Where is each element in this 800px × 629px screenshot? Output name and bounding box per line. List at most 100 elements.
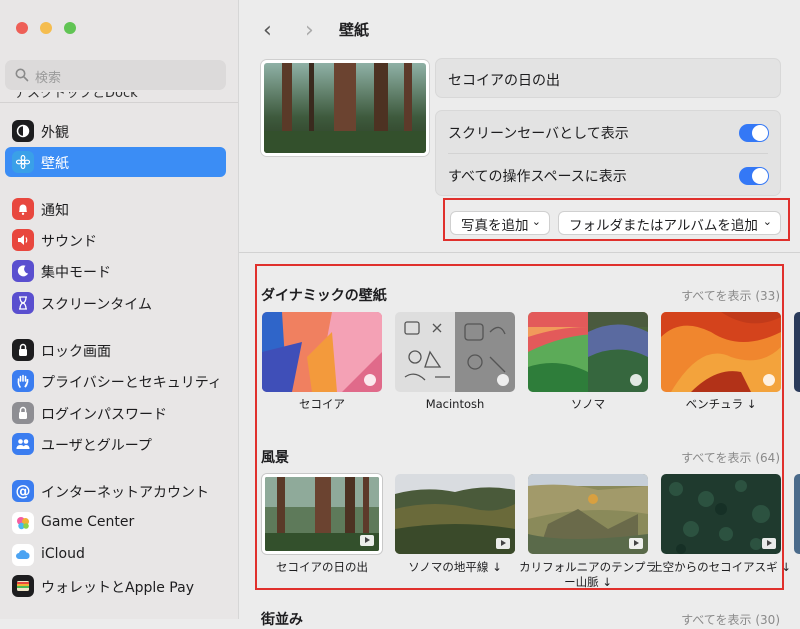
- sidebar-item-label: 外観: [41, 125, 69, 141]
- dynamic-icon: [763, 374, 775, 386]
- wallpaper-options: スクリーンセーバとして表示 すべての操作スペースに表示: [435, 110, 781, 196]
- sidebar-item-wallpaper[interactable]: 壁紙: [5, 147, 226, 177]
- lock-screen-icon: [12, 339, 34, 361]
- wallpaper-thumb[interactable]: [661, 312, 781, 392]
- wallpaper-thumb[interactable]: [528, 474, 648, 554]
- wallpaper-caption: Macintosh: [425, 397, 485, 411]
- wallpaper-thumb-selected[interactable]: [262, 474, 382, 554]
- sidebar-item-icloud[interactable]: iCloud: [5, 540, 226, 570]
- sidebar-item-label: ユーザとグループ: [41, 438, 152, 454]
- wallpaper-name-field: セコイアの日の出: [435, 58, 781, 98]
- hand-icon: [12, 370, 34, 392]
- dynamic-icon: [364, 374, 376, 386]
- add-folder-button[interactable]: フォルダまたはアルバムを追加 ⌄: [558, 211, 781, 235]
- sidebar-item-label: Game Center: [41, 514, 135, 530]
- add-photo-label: 写真を追加: [461, 218, 529, 234]
- video-icon: [496, 538, 510, 549]
- wallpaper-thumb[interactable]: [528, 312, 648, 392]
- sidebar-item-label: スクリーンタイム: [41, 297, 153, 313]
- sidebar-item-label: ロック画面: [41, 344, 111, 360]
- wallpaper-caption: ソノマの地平線 ↓: [408, 560, 502, 574]
- wallpaper-thumb[interactable]: [395, 474, 515, 554]
- wallpaper-caption: 上空からのセコイアスギ ↓: [651, 560, 791, 574]
- sidebar-item-game-center[interactable]: Game Center: [5, 508, 226, 538]
- at-icon: @: [12, 480, 34, 502]
- section-title-cityscape: 街並み: [261, 612, 303, 628]
- moon-icon: [12, 260, 34, 282]
- chevron-down-icon: ⌄: [762, 215, 772, 228]
- speaker-icon: [12, 229, 34, 251]
- wallpaper-thumb[interactable]: [262, 312, 382, 392]
- all-spaces-label: すべての操作スペースに表示: [448, 169, 627, 185]
- sidebar-item-users-groups[interactable]: ユーザとグループ: [5, 429, 226, 459]
- bell-icon: [12, 198, 34, 220]
- chevron-down-icon: ⌄: [531, 215, 541, 228]
- wallpaper-caption: セコイア: [299, 397, 345, 411]
- sidebar-item-label: 壁紙: [41, 156, 69, 172]
- sidebar-item-label: ログインパスワード: [41, 407, 167, 423]
- wallpaper-thumb[interactable]: [661, 474, 781, 554]
- sidebar-item-internet-accounts[interactable]: @ インターネットアカウント: [5, 476, 226, 506]
- dynamic-icon: [497, 374, 509, 386]
- sidebar-item-lock-screen[interactable]: ロック画面: [5, 335, 226, 365]
- divider: [448, 153, 768, 154]
- sidebar-item-wallet[interactable]: ウォレットとApple Pay: [5, 571, 226, 601]
- wallpaper-caption: ソノマ: [570, 397, 606, 411]
- hourglass-icon: [12, 292, 34, 314]
- sidebar-item-label: 集中モード: [41, 265, 111, 281]
- sidebar-item-label: インターネットアカウント: [41, 485, 209, 501]
- wallet-icon: [12, 575, 34, 597]
- search-icon: [15, 68, 29, 82]
- sidebar-item-label: プライバシーとセキュリティ: [41, 375, 222, 391]
- sidebar-item-label: 通知: [41, 203, 69, 219]
- back-button[interactable]: ‹: [263, 18, 272, 43]
- show-all-landscape-link[interactable]: すべてを表示 (64): [681, 449, 780, 466]
- current-wallpaper-preview: [261, 60, 429, 156]
- show-all-dynamic-link[interactable]: すべてを表示 (33): [681, 287, 780, 304]
- sidebar-item-login-password[interactable]: ログインパスワード: [5, 398, 226, 428]
- wallpaper-thumb-partial[interactable]: [794, 312, 800, 392]
- wallpaper-thumb[interactable]: [395, 312, 515, 392]
- search-input[interactable]: 検索: [5, 60, 226, 90]
- video-icon: [629, 538, 643, 549]
- sidebar-item-label: iCloud: [41, 546, 85, 562]
- wallpaper-caption: ベンチュラ ↓: [685, 397, 757, 411]
- lock-icon: [12, 402, 34, 424]
- close-window-button[interactable]: [16, 22, 28, 34]
- sidebar: 検索 デスクトップとDock 外観 壁紙 通知 サウンド 集中モード スクリーン…: [0, 0, 239, 619]
- appearance-icon: [12, 120, 34, 142]
- page-title: 壁紙: [339, 21, 370, 39]
- add-folder-label: フォルダまたはアルバムを追加: [569, 218, 758, 234]
- sidebar-item-label: ウォレットとApple Pay: [41, 580, 194, 596]
- zoom-window-button[interactable]: [64, 22, 76, 34]
- game-center-icon: [12, 512, 34, 534]
- wallpaper-name: セコイアの日の出: [448, 73, 560, 89]
- section-title-dynamic: ダイナミックの壁紙: [261, 288, 387, 304]
- screensaver-label: スクリーンセーバとして表示: [448, 126, 629, 142]
- show-all-cityscape-link[interactable]: すべてを表示 (30): [681, 611, 780, 628]
- divider: [239, 252, 800, 253]
- wallpaper-caption: セコイアの日の出: [276, 560, 368, 574]
- wallpaper-thumb-partial[interactable]: [794, 474, 800, 554]
- screensaver-toggle[interactable]: [739, 124, 769, 142]
- sidebar-item-screen-time[interactable]: スクリーンタイム: [5, 288, 226, 318]
- sidebar-item-desktop-dock[interactable]: デスクトップとDock: [14, 92, 138, 105]
- divider: [0, 102, 238, 103]
- sidebar-item-label: サウンド: [41, 234, 97, 250]
- video-icon: [360, 535, 374, 546]
- dynamic-icon: [630, 374, 642, 386]
- users-icon: [12, 433, 34, 455]
- sidebar-item-notifications[interactable]: 通知: [5, 194, 226, 224]
- wallpaper-icon: [12, 151, 34, 173]
- all-spaces-toggle[interactable]: [739, 167, 769, 185]
- main-pane: ‹ › 壁紙 セコイアの日の出 スクリーンセーバとして表示 すべての操作スペース…: [239, 0, 800, 628]
- video-icon: [762, 538, 776, 549]
- add-photo-button[interactable]: 写真を追加 ⌄: [450, 211, 550, 235]
- forward-button[interactable]: ›: [305, 18, 314, 43]
- sidebar-item-sound[interactable]: サウンド: [5, 225, 226, 255]
- sidebar-item-appearance[interactable]: 外観: [5, 116, 226, 146]
- sidebar-item-focus[interactable]: 集中モード: [5, 256, 226, 286]
- section-title-landscape: 風景: [261, 450, 289, 466]
- minimize-window-button[interactable]: [40, 22, 52, 34]
- sidebar-item-privacy-security[interactable]: プライバシーとセキュリティ: [5, 366, 226, 396]
